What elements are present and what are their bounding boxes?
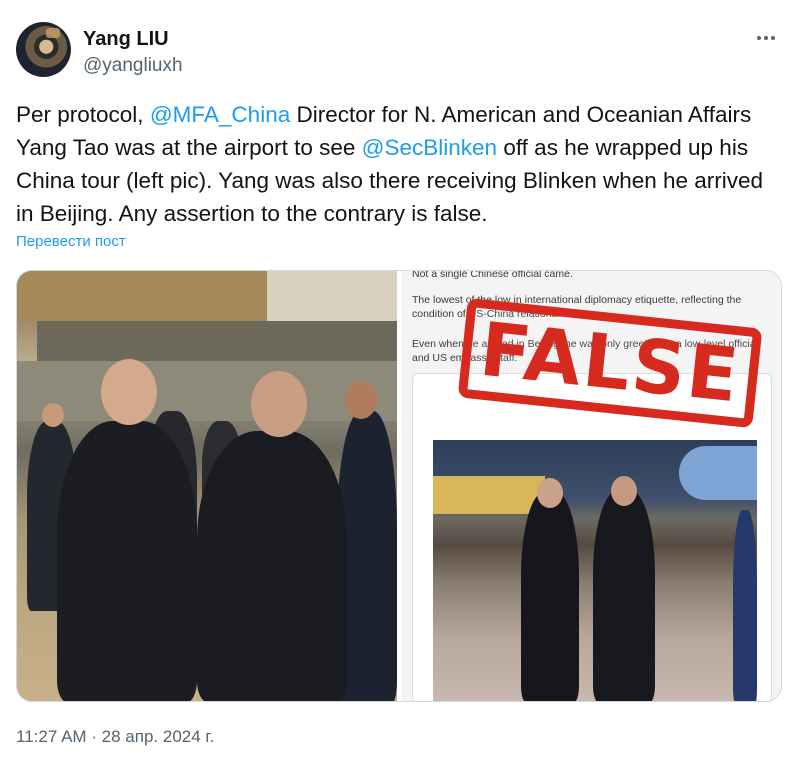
more-horizontal-icon[interactable]	[754, 26, 778, 50]
author-name[interactable]: Yang LIU	[83, 28, 169, 51]
tweet-text-part1: Per protocol,	[16, 102, 150, 127]
tweet-header: Yang LIU @yangliuxh	[16, 22, 784, 82]
embedded-text-line2: The lowest of the low in international d…	[412, 294, 742, 306]
mention-mfa-china[interactable]: @MFA_China	[150, 102, 290, 127]
mention-secblinken[interactable]: @SecBlinken	[362, 135, 497, 160]
author-handle[interactable]: @yangliuxh	[83, 55, 183, 77]
avatar[interactable]	[16, 22, 71, 77]
photo-airport-farewell[interactable]	[17, 271, 397, 701]
translate-link[interactable]: Перевести пост	[16, 233, 126, 250]
embedded-night-photo	[433, 440, 757, 701]
embedded-text-line1: Not a single Chinese official came.	[412, 271, 573, 280]
tweet-text: Per protocol, @MFA_China Director for N.…	[16, 98, 784, 230]
airplane-shape	[679, 446, 757, 500]
media-container: Not a single Chinese official came. The …	[16, 270, 782, 702]
tweet-timestamp[interactable]: 11:27 AM · 28 апр. 2024 г.	[16, 727, 214, 747]
terminal-shape	[433, 476, 545, 514]
screenshot-false-claim[interactable]: Not a single Chinese official came. The …	[402, 271, 781, 701]
false-stamp-text: FALSE	[476, 306, 744, 420]
